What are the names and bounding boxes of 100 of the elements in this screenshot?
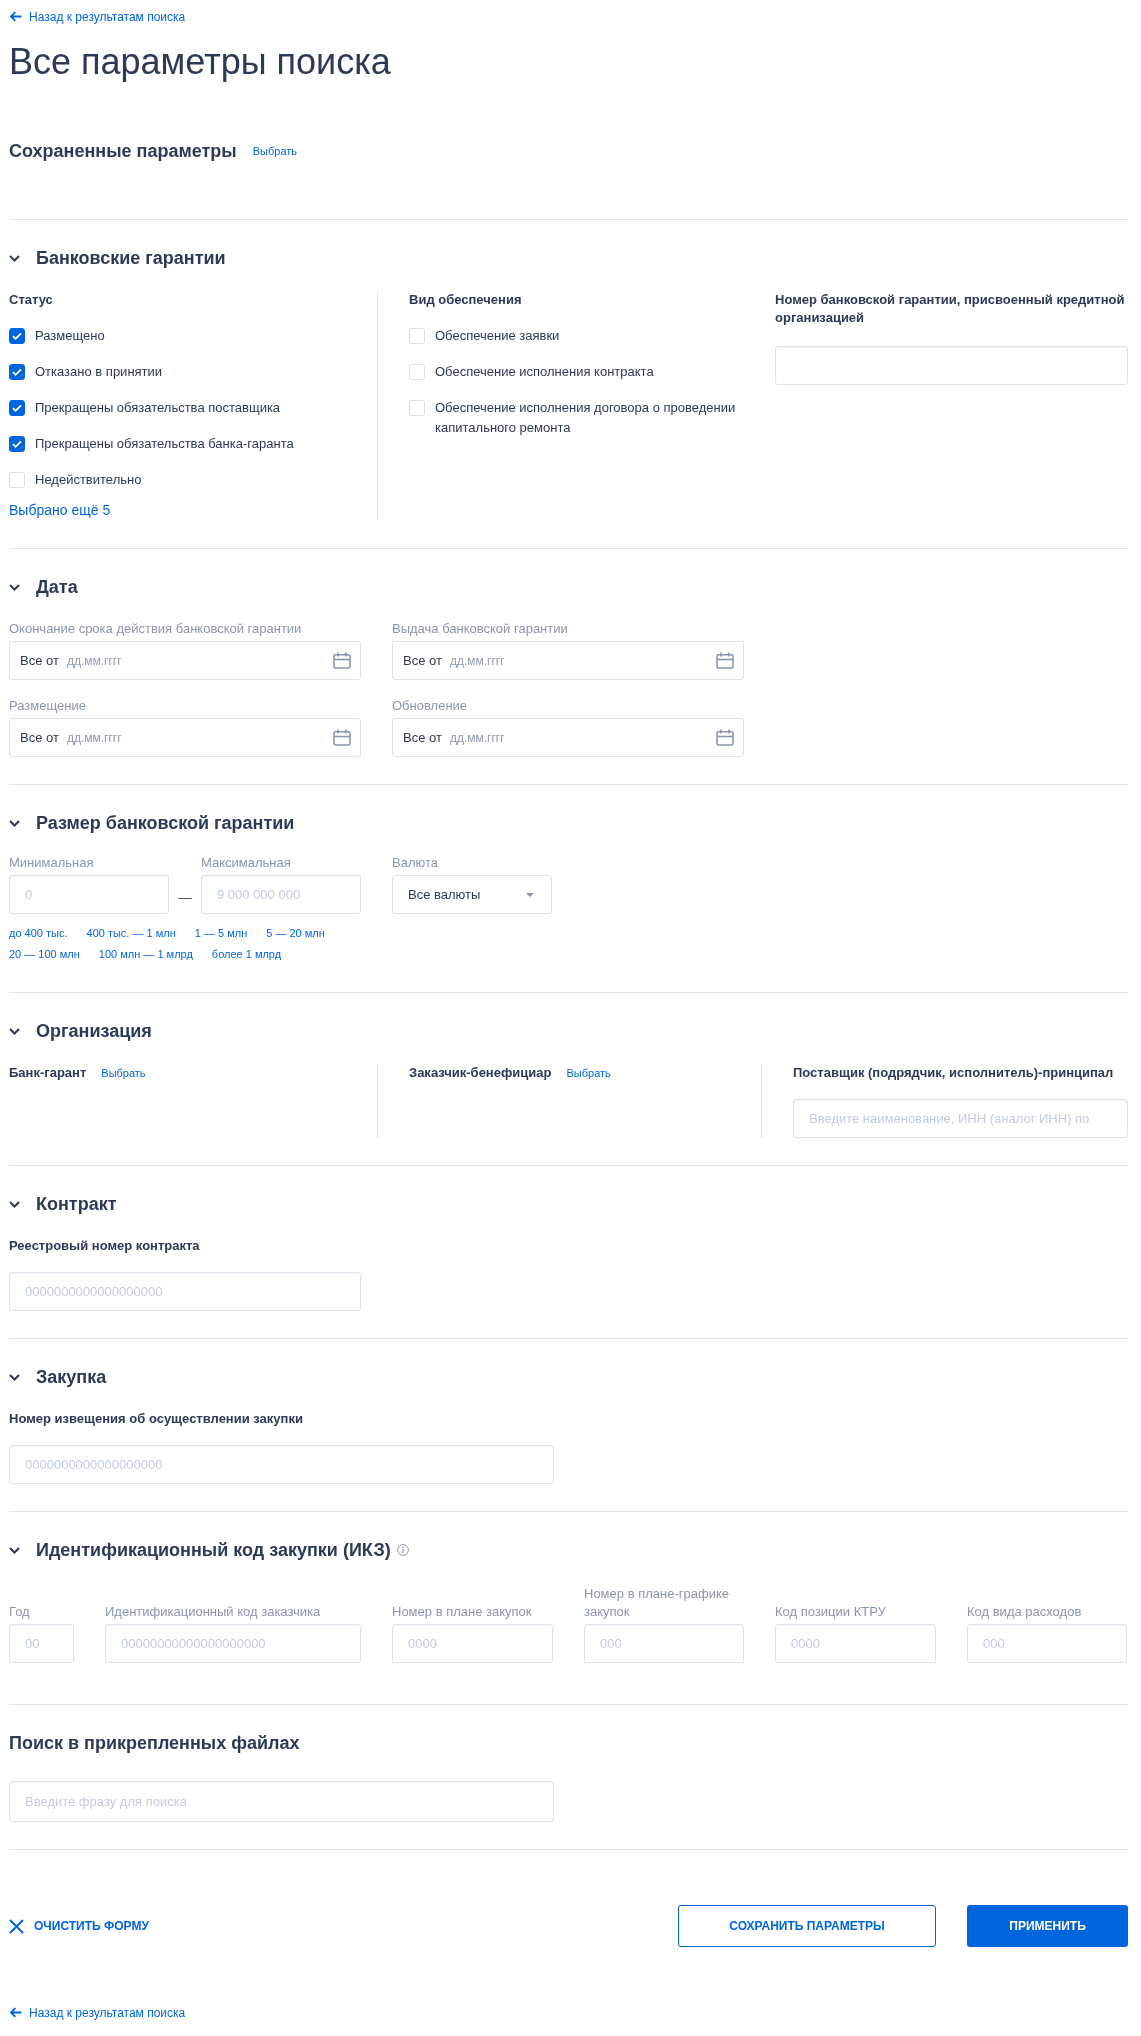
page-title: Все параметры поиска	[9, 40, 391, 84]
input-field[interactable]: 0	[9, 875, 169, 914]
field-label: Год	[9, 1603, 30, 1621]
arrow-left-icon	[9, 11, 22, 22]
amount-range-link[interactable]: 5 — 20 млн	[266, 923, 325, 944]
currency-dropdown[interactable]: Все валюты	[392, 875, 552, 914]
range-separator: —	[178, 889, 192, 906]
field-label: Обновление	[392, 697, 468, 715]
chevron-icon[interactable]	[9, 819, 20, 827]
chevron-icon[interactable]	[9, 1546, 20, 1554]
calendar-icon[interactable]	[716, 652, 734, 669]
section-title: Сохраненные параметры	[9, 140, 237, 163]
section-title: Идентификационный код закупки (ИКЗ)	[36, 1539, 391, 1562]
amount-range-link[interactable]: 400 тыс. — 1 млн	[86, 923, 176, 944]
input-field[interactable]: Введите наименование, ИНН (аналог ИНН) по	[793, 1099, 1128, 1138]
field-label: Номер в плане-графике закупок	[584, 1585, 730, 1621]
caret-icon	[526, 892, 534, 897]
date-field[interactable]: Все от дд.мм.гггг	[392, 718, 744, 757]
input-field[interactable]: 0000000000000000000	[9, 1445, 554, 1484]
date-prefix-label: Все от	[403, 729, 442, 746]
checkbox-label: Прекращены обязательства банка-гаранта	[35, 435, 294, 453]
input-field[interactable]: 000	[967, 1624, 1127, 1663]
field-label: Статус	[9, 291, 53, 309]
field-label: Реестровый номер контракта	[9, 1237, 200, 1255]
chevron-icon[interactable]	[9, 1200, 20, 1208]
checkbox-label: Размещено	[35, 327, 105, 345]
section-title: Размер банковской гарантии	[36, 812, 295, 835]
amount-range-link[interactable]: 100 млн — 1 млрд	[98, 944, 193, 965]
close-icon	[9, 1918, 24, 1934]
date-field[interactable]: Все от дд.мм.гггг	[9, 641, 361, 680]
input-field[interactable]: 00000000000000000000	[105, 1624, 361, 1663]
chevron-icon[interactable]	[9, 1027, 20, 1035]
save-params-button[interactable]: СОХРАНИТЬ ПАРАМЕТРЫ	[678, 1905, 936, 1947]
date-field[interactable]: Все от дд.мм.гггг	[9, 718, 361, 757]
date-input[interactable]: дд.мм.гггг	[449, 728, 708, 747]
checkbox[interactable]	[9, 364, 25, 380]
checkbox[interactable]	[9, 436, 25, 452]
section-title: Закупка	[36, 1366, 107, 1389]
search-field[interactable]: Введите фразу для поиска	[9, 1781, 554, 1822]
field-label: Номер в плане закупок	[392, 1603, 532, 1621]
checkbox-label: Обеспечение исполнения контракта	[435, 363, 654, 381]
input-field[interactable]: 0000	[775, 1624, 936, 1663]
section-title: Дата	[36, 576, 78, 599]
chevron-icon[interactable]	[9, 254, 20, 262]
chevron-icon[interactable]	[9, 583, 20, 591]
field-label: Банк-гарант	[9, 1064, 87, 1082]
date-input[interactable]: дд.мм.гггг	[449, 651, 708, 670]
section-title: Организация	[36, 1020, 152, 1043]
checkbox[interactable]	[9, 328, 25, 344]
field-label: Вид обеспечения	[409, 291, 522, 309]
back-link[interactable]: Назад к результатам поиска	[9, 8, 186, 25]
chevron-icon[interactable]	[9, 1373, 20, 1381]
date-field[interactable]: Все от дд.мм.гггг	[392, 641, 744, 680]
amount-range-link[interactable]: 1 — 5 млн	[194, 923, 248, 944]
input-field[interactable]: 000	[584, 1624, 744, 1663]
field-label: Размещение	[9, 697, 86, 715]
select-link[interactable]: Выбрать	[101, 1066, 146, 1080]
field-label: Максимальная	[201, 854, 291, 872]
field-label: Окончание срока действия банковской гарантии	[9, 620, 302, 638]
date-input[interactable]: дд.мм.гггг	[66, 651, 325, 670]
select-link[interactable]: Выбрать	[566, 1066, 611, 1080]
input-field[interactable]: 9 000 000 000	[201, 875, 361, 914]
field-label: Номер банковской гарантии, присвоенный кредитной организацией	[775, 291, 1126, 327]
field-label: Идентификационный код заказчика	[105, 1603, 321, 1621]
checkbox-label: Обеспечение исполнения договора о проведении капитального ремонта	[435, 399, 737, 437]
calendar-icon[interactable]	[716, 729, 734, 746]
date-prefix-label: Все от	[20, 729, 59, 746]
date-input[interactable]: дд.мм.гггг	[66, 728, 325, 747]
field-label: Валюта	[392, 854, 438, 872]
amount-range-link[interactable]: 20 — 100 млн	[9, 944, 80, 965]
checkbox[interactable]	[9, 400, 25, 416]
input-field[interactable]: 0000	[392, 1624, 553, 1663]
clear-form-button[interactable]: ОЧИСТИТЬ ФОРМУ	[9, 1918, 149, 1934]
field-label: Поставщик (подрядчик, исполнитель)-принципал	[793, 1064, 1114, 1082]
input-field[interactable]: 00	[9, 1624, 74, 1663]
date-prefix-label: Все от	[403, 652, 442, 669]
checkbox-label: Отказано в принятии	[35, 363, 163, 381]
section-title: Поиск в прикрепленных файлах	[9, 1732, 300, 1755]
field-label: Номер извещения об осуществлении закупки	[9, 1410, 303, 1428]
calendar-icon[interactable]	[333, 729, 351, 746]
amount-range-link[interactable]: более 1 млрд	[211, 944, 282, 965]
section-title: Контракт	[36, 1193, 117, 1216]
checkbox-label: Прекращены обязательства поставщика	[35, 399, 281, 417]
input-field[interactable]: 0000000000000000000	[9, 1272, 361, 1311]
field-label: Код вида расходов	[967, 1603, 1082, 1621]
checkbox-label: Недействительно	[35, 471, 142, 489]
input-field[interactable]	[775, 346, 1128, 385]
calendar-icon[interactable]	[333, 652, 351, 669]
select-link[interactable]: Выбрать	[252, 144, 298, 158]
field-label: Заказчик-бенефициар	[409, 1064, 552, 1082]
amount-range-link[interactable]: до 400 тыс.	[9, 923, 68, 944]
apply-button[interactable]: ПРИМЕНИТЬ	[967, 1905, 1128, 1947]
arrow-left-icon	[9, 2007, 22, 2018]
field-label: Код позиции КТРУ	[775, 1603, 886, 1621]
show-more-link[interactable]: Выбрано ещё 5	[9, 502, 111, 518]
checkbox-label: Обеспечение заявки	[435, 327, 560, 345]
date-prefix-label: Все от	[20, 652, 59, 669]
back-link[interactable]: Назад к результатам поиска	[9, 2004, 186, 2021]
section-title: Банковские гарантии	[36, 247, 226, 270]
field-label: Выдача банковской гарантии	[392, 620, 568, 638]
